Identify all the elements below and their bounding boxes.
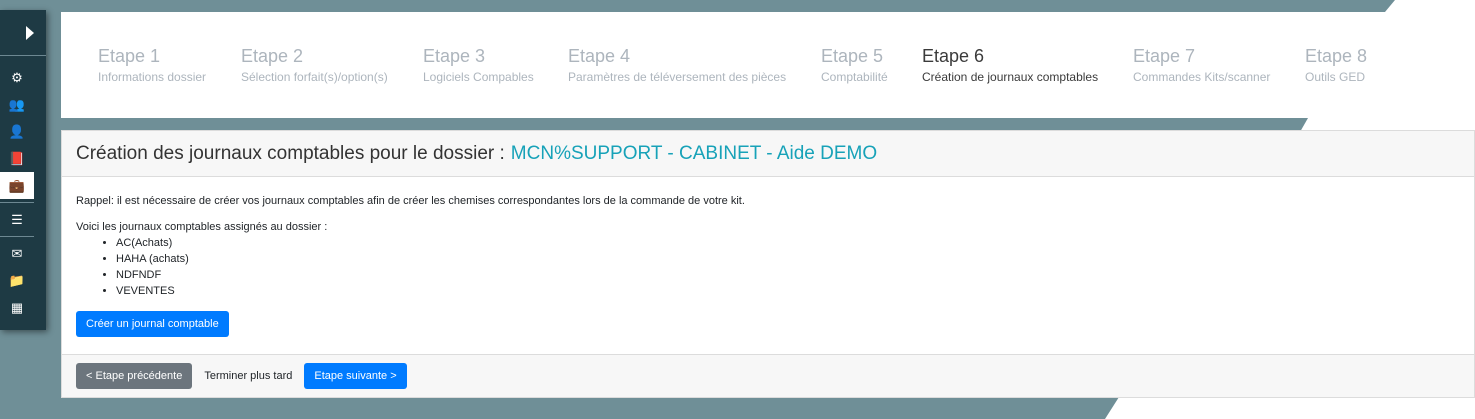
previous-step-button[interactable]: < Etape précédente: [76, 363, 193, 389]
background-top-right-slant: [1385, 0, 1475, 12]
caret-right-icon: [26, 25, 34, 40]
users-icon: 👥: [8, 97, 26, 112]
briefcase-icon: 💼: [8, 178, 26, 193]
step-description: Création de journaux comptables: [922, 70, 1099, 84]
steps-panel: Etape 1 Informations dossier Etape 2 Sél…: [61, 12, 1475, 118]
step-5[interactable]: Etape 5 Comptabilité: [821, 46, 888, 84]
reminder-text: Rappel: il est nécessaire de créer vos j…: [76, 195, 745, 207]
sidebar-item-table[interactable]: ▦: [0, 294, 34, 321]
table-icon: ▦: [10, 300, 24, 315]
step-description: Commandes Kits/scanner: [1133, 70, 1271, 84]
step-number: Etape 4: [568, 46, 631, 66]
sidebar: ⚙ 👥 👤 📕 💼 ☰ ✉ 📁 ▦: [0, 10, 46, 330]
card-body: Rappel: il est nécessaire de créer vos j…: [62, 177, 1474, 337]
step-description: Logiciels Compables: [423, 70, 534, 84]
step-number: Etape 6: [922, 46, 985, 66]
step-number: Etape 5: [821, 46, 884, 66]
list-item: AC(Achats): [116, 235, 1460, 251]
sidebar-item-gear[interactable]: ⚙: [0, 64, 34, 91]
step-8[interactable]: Etape 8 Outils GED: [1305, 46, 1367, 84]
list-icon: ☰: [11, 212, 23, 227]
sidebar-separator: [0, 202, 34, 203]
sidebar-separator: [0, 236, 34, 237]
page-title: Création des journaux comptables pour le…: [76, 142, 505, 164]
background-bottom-slant: [1105, 397, 1475, 419]
sidebar-toggle[interactable]: [0, 10, 46, 56]
step-2[interactable]: Etape 2 Sélection forfait(s)/option(s): [241, 46, 388, 84]
list-item: HAHA (achats): [116, 251, 1460, 267]
journals-intro: Voici les journaux comptables assignés a…: [76, 221, 328, 233]
step-4[interactable]: Etape 4 Paramètres de téléversement des …: [568, 46, 786, 84]
step-3[interactable]: Etape 3 Logiciels Compables: [423, 46, 534, 84]
journal-list: AC(Achats) HAHA (achats) NDFNDF VEVENTES: [76, 235, 1460, 299]
sidebar-items: ⚙ 👥 👤 📕 💼 ☰ ✉ 📁 ▦: [0, 64, 46, 321]
journals-card: Création des journaux comptables pour le…: [61, 130, 1475, 398]
background-top: [0, 0, 1475, 12]
sidebar-item-list[interactable]: ☰: [0, 206, 34, 233]
step-description: Informations dossier: [98, 70, 207, 84]
sidebar-item-folder[interactable]: 📁: [0, 267, 34, 294]
sidebar-item-envelope[interactable]: ✉: [0, 240, 34, 267]
step-number: Etape 3: [423, 46, 486, 66]
user-icon: 👤: [8, 124, 26, 139]
step-description: Comptabilité: [821, 70, 888, 84]
sidebar-item-users[interactable]: 👥: [0, 91, 34, 118]
sidebar-item-book[interactable]: 📕: [0, 145, 34, 172]
next-step-button[interactable]: Etape suivante >: [304, 363, 407, 389]
sidebar-item-briefcase[interactable]: 💼: [0, 172, 34, 199]
card-header: Création des journaux comptables pour le…: [62, 131, 1474, 177]
step-number: Etape 1: [98, 46, 161, 66]
step-number: Etape 8: [1305, 46, 1368, 66]
sidebar-item-user[interactable]: 👤: [0, 118, 34, 145]
finish-later-button[interactable]: Terminer plus tard: [194, 363, 302, 389]
gear-icon: ⚙: [11, 70, 23, 85]
step-number: Etape 2: [241, 46, 304, 66]
book-icon: 📕: [8, 151, 26, 166]
step-description: Paramètres de téléversement des pièces: [568, 70, 787, 84]
list-item: NDFNDF: [116, 267, 1460, 283]
create-journal-button[interactable]: Créer un journal comptable: [76, 311, 229, 337]
folder-icon: 📁: [8, 273, 26, 288]
list-item: VEVENTES: [116, 283, 1460, 299]
step-6[interactable]: Etape 6 Création de journaux comptables: [922, 46, 1098, 84]
step-number: Etape 7: [1133, 46, 1196, 66]
step-description: Outils GED: [1305, 70, 1366, 84]
step-7[interactable]: Etape 7 Commandes Kits/scanner: [1133, 46, 1270, 84]
envelope-icon: ✉: [11, 246, 23, 261]
dossier-name: MCN%SUPPORT - CABINET - Aide DEMO: [510, 142, 878, 164]
step-1[interactable]: Etape 1 Informations dossier: [98, 46, 206, 84]
step-description: Sélection forfait(s)/option(s): [241, 70, 388, 84]
card-footer: < Etape précédente Terminer plus tard Et…: [62, 354, 1474, 397]
